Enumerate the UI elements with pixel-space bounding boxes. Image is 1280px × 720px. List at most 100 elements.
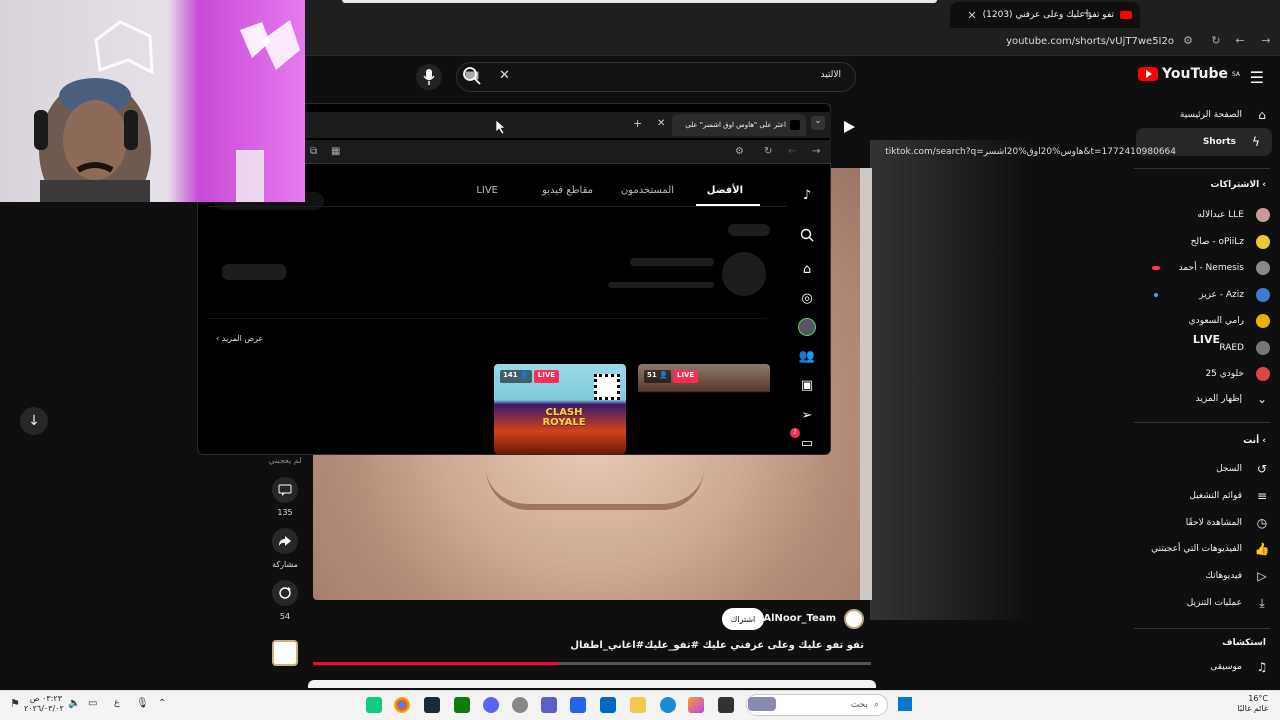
url-text[interactable]: youtube.com/shorts/vUjT7we5I2o: [1006, 36, 1174, 47]
live-badge: 141 👤 LIVE: [500, 370, 560, 383]
start-icon[interactable]: [898, 697, 912, 711]
following-icon[interactable]: 👥: [798, 347, 816, 365]
play-icon[interactable]: [842, 120, 856, 134]
back-icon[interactable]: →: [1258, 34, 1274, 50]
new-tab-icon[interactable]: +: [1082, 6, 1092, 20]
search-icon[interactable]: [462, 66, 482, 86]
next-short-down-icon[interactable]: ↓: [20, 407, 48, 435]
tiktok-tab[interactable]: اعثر على "هاوس اوق اشسر" على: [672, 114, 806, 136]
chrome-icon[interactable]: [394, 697, 410, 713]
search-input[interactable]: الالتيد ✕: [456, 62, 856, 92]
subscribe-button[interactable]: اشتراك: [722, 608, 764, 630]
profile-avatar[interactable]: [798, 318, 816, 336]
sidebar-subscription[interactable]: صالح - oPiiLz: [1130, 231, 1270, 253]
sidebar-item-home[interactable]: الصفحة الرئيسية ⌂: [1130, 104, 1270, 126]
teams-icon[interactable]: [541, 697, 557, 713]
home-icon[interactable]: ⌂: [798, 260, 816, 278]
clear-search-icon[interactable]: ✕: [499, 68, 510, 83]
tiktok-split-view-icon[interactable]: ⧉: [310, 146, 317, 157]
menu-icon[interactable]: ☰: [1250, 68, 1264, 87]
channel-avatar[interactable]: [844, 609, 864, 629]
weather-widget[interactable]: 16°C غائم غالبًا: [1237, 694, 1268, 714]
short-title[interactable]: تفو تفو عليك وعلى عرفني عليك #تفو_عليك#ا…: [570, 640, 864, 651]
live-card[interactable]: 141 👤 LIVE CLASH ROYALE: [494, 364, 626, 454]
sidebar-item[interactable]: عمليات التنزيل ⤓: [1130, 592, 1270, 614]
sidebar-subscription[interactable]: خلودي 25: [1130, 363, 1270, 385]
sidebar-item[interactable]: الفيديوهات التي أعجبتني 👍: [1130, 538, 1270, 560]
chevron-up-icon[interactable]: ⌃: [158, 698, 166, 709]
site-settings-icon[interactable]: ⚙: [1180, 34, 1196, 50]
sidebar-subscription[interactable]: عبدالاله LLE: [1130, 204, 1270, 226]
channel-name[interactable]: @AlNoor_Team: [753, 613, 836, 624]
edge-icon[interactable]: [660, 697, 676, 713]
tiktok-back-icon[interactable]: →: [812, 146, 820, 157]
sidebar-show-more[interactable]: إظهار المزيد ⌄: [1130, 388, 1270, 410]
sidebar-subscription[interactable]: عزيز - Aziz: [1130, 284, 1270, 306]
tiktok-reload-icon[interactable]: ↻: [764, 146, 772, 157]
tiktok-tab-top[interactable]: الأفضل: [707, 185, 743, 196]
youtube-favicon-icon: [1120, 11, 1132, 19]
share-label: مشاركة: [272, 560, 298, 569]
tiktok-favicon-icon: [790, 120, 800, 130]
voice-search-icon[interactable]: [416, 64, 442, 90]
tiktok-extension-icon[interactable]: ▦: [331, 146, 340, 157]
steam-icon[interactable]: [424, 697, 440, 713]
explore-icon[interactable]: ◎: [798, 289, 816, 307]
channel-avatar: [1256, 208, 1270, 222]
sidebar-item[interactable]: موسيقى ♫: [1130, 656, 1270, 678]
comments-icon[interactable]: [272, 477, 298, 503]
messages-icon[interactable]: ➢: [798, 406, 816, 424]
store-icon[interactable]: [600, 697, 616, 713]
browser-tab-youtube[interactable]: ✕ (1203) تفو تفو عليك وعلى عرفني: [950, 2, 1140, 28]
tiktok-new-tab-icon[interactable]: +: [633, 117, 642, 130]
system-clock[interactable]: ٠٣:٢٣ ص ٢٠٢٦/٠٣/٠٢: [24, 694, 64, 714]
file-explorer-icon[interactable]: [630, 697, 646, 713]
settings-icon[interactable]: [512, 697, 528, 713]
sidebar-subscription[interactable]: أحمد - Nemesis: [1130, 257, 1270, 279]
tab-close-icon[interactable]: ✕: [967, 9, 976, 22]
subscriptions-heading[interactable]: الاشتراكات ‹: [1211, 180, 1267, 190]
app-icon[interactable]: [570, 697, 586, 713]
sidebar-item[interactable]: السجل ↺: [1130, 458, 1270, 480]
app-icon[interactable]: [366, 697, 382, 713]
tiktok-site-settings-icon[interactable]: ⚙: [735, 146, 744, 157]
share-icon[interactable]: [272, 528, 298, 554]
sound-thumbnail[interactable]: [272, 640, 298, 666]
inbox-icon[interactable]: ▭ 2: [790, 428, 816, 452]
tiktok-tab-videos[interactable]: مقاطع فيديو: [542, 185, 593, 196]
sidebar-item[interactable]: فيديوهاتك ▷: [1130, 565, 1270, 587]
tiktok-url[interactable]: tiktok.com/search?q=هاوس%20اوق%20اشسر&t=…: [885, 147, 1176, 157]
tiktok-left-rail: ♪ ⌂ ◎ 👥 ▣ ➢ ▭ 2: [786, 170, 830, 454]
sidebar-item[interactable]: قوائم التشغيل ≡: [1130, 485, 1270, 507]
tiktok-see-more[interactable]: ‹ عرض المزيد: [216, 334, 263, 343]
tiktok-forward-icon[interactable]: ←: [788, 146, 796, 157]
copilot-icon[interactable]: [688, 697, 704, 713]
microphone-icon[interactable]: 🎙: [136, 698, 149, 709]
volume-icon[interactable]: 🔈: [68, 698, 80, 709]
tiktok-tab-list-icon[interactable]: ⌄: [811, 116, 825, 130]
remix-icon[interactable]: [272, 580, 298, 606]
reload-icon[interactable]: ↻: [1208, 34, 1224, 50]
sidebar-item[interactable]: المشاهدة لاحقًا ◷: [1130, 512, 1270, 534]
search-icon[interactable]: [798, 226, 816, 244]
tiktok-tab-users[interactable]: المستخدمون: [621, 185, 674, 196]
youtube-logo[interactable]: YouTube SA: [1138, 66, 1240, 82]
forward-icon[interactable]: ←: [1232, 34, 1248, 50]
discord-icon[interactable]: [483, 697, 499, 713]
network-icon[interactable]: ▭: [88, 698, 97, 709]
live-icon[interactable]: ▣: [798, 376, 816, 394]
tiktok-tab-live[interactable]: LIVE: [476, 185, 498, 196]
sidebar-subscription[interactable]: رامي السعودي: [1130, 310, 1270, 332]
video-edge: [860, 168, 872, 600]
clock-date: ٢٠٢٦/٠٣/٠٢: [24, 704, 64, 713]
language-indicator[interactable]: ع: [114, 698, 119, 708]
tiktok-logo-icon[interactable]: ♪: [798, 186, 816, 204]
live-card[interactable]: 51 👤 LIVE: [638, 364, 770, 454]
sidebar-item-label: السجل: [1216, 464, 1242, 474]
live-badge: 51 👤 LIVE: [644, 370, 699, 383]
taskview-icon[interactable]: [718, 697, 734, 713]
tiktok-tab-close-icon[interactable]: ✕: [657, 118, 665, 129]
notification-bell-icon[interactable]: ⚑: [10, 697, 20, 710]
you-heading[interactable]: أنت ‹: [1243, 436, 1266, 446]
xbox-icon[interactable]: [454, 697, 470, 713]
